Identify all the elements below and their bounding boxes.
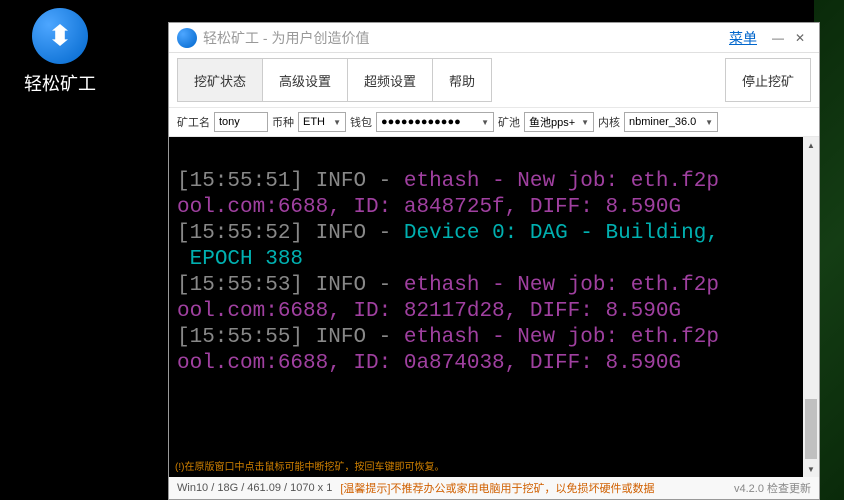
coin-select-value: ETH — [303, 116, 325, 128]
scrollbar-track[interactable] — [803, 153, 819, 461]
close-button[interactable]: ✕ — [789, 29, 811, 47]
chevron-down-icon: ▼ — [481, 118, 489, 127]
app-icon — [32, 8, 88, 64]
scrollbar-thumb[interactable] — [805, 399, 817, 459]
chevron-down-icon: ▼ — [705, 118, 713, 127]
scrollbar[interactable]: ▲ ▼ — [803, 137, 819, 477]
tab-overclock-settings[interactable]: 超频设置 — [347, 58, 433, 102]
coin-select[interactable]: ETH ▼ — [298, 112, 346, 132]
tab-help[interactable]: 帮助 — [432, 58, 492, 102]
kernel-select-value: nbminer_36.0 — [629, 116, 696, 128]
console-warning: (!)在原版窗口中点击鼠标可能中断挖矿，按回车键即可恢复。 — [175, 463, 444, 473]
chevron-down-icon: ▼ — [581, 118, 589, 127]
coin-label: 币种 — [272, 114, 294, 130]
miner-name-label: 矿工名 — [177, 114, 210, 130]
toolbar: 挖矿状态 高级设置 超频设置 帮助 停止挖矿 — [169, 53, 819, 107]
wallet-select-value: ●●●●●●●●●●●● — [381, 116, 461, 128]
scroll-down-icon[interactable]: ▼ — [803, 461, 819, 477]
menu-link[interactable]: 菜单 — [729, 28, 757, 48]
kernel-label: 内核 — [598, 114, 620, 130]
titlebar-logo-icon — [177, 28, 197, 48]
wallet-select[interactable]: ●●●●●●●●●●●● ▼ — [376, 112, 494, 132]
miner-name-input[interactable] — [214, 112, 268, 132]
chevron-down-icon: ▼ — [333, 118, 341, 127]
desktop-shortcut[interactable]: 轻松矿工 — [0, 0, 120, 105]
minimize-button[interactable]: — — [767, 29, 789, 47]
pool-select-value: 鱼池pps+ — [529, 114, 575, 130]
scroll-up-icon[interactable]: ▲ — [803, 137, 819, 153]
console-text: .[15:55:51] INFO - ethash - New job: eth… — [169, 137, 803, 477]
console-output: .[15:55:51] INFO - ethash - New job: eth… — [169, 137, 819, 477]
wallet-label: 钱包 — [350, 114, 372, 130]
pool-label: 矿池 — [498, 114, 520, 130]
titlebar: 轻松矿工 - 为用户创造价值 菜单 — ✕ — [169, 23, 819, 53]
titlebar-title: 轻松矿工 - 为用户创造价值 — [203, 28, 729, 48]
config-row: 矿工名 币种 ETH▼ 钱包 ●●●●●●●●●●●●▼ 矿池 鱼池pps+▼ … — [169, 107, 819, 137]
app-window: 轻松矿工 - 为用户创造价值 菜单 — ✕ 挖矿状态 高级设置 超频设置 帮助 … — [168, 22, 820, 500]
status-version[interactable]: v4.2.0 检查更新 — [734, 480, 811, 496]
desktop-shortcut-label: 轻松矿工 — [0, 70, 120, 96]
tab-mining-status[interactable]: 挖矿状态 — [177, 58, 263, 102]
status-warning: [温馨提示]不推荐办公或家用电脑用于挖矿，以免损坏硬件或数据 — [340, 480, 654, 496]
pool-select[interactable]: 鱼池pps+ ▼ — [524, 112, 594, 132]
status-bar: Win10 / 18G / 461.09 / 1070 x 1 [温馨提示]不推… — [169, 477, 819, 499]
kernel-select[interactable]: nbminer_36.0 ▼ — [624, 112, 718, 132]
status-system-info: Win10 / 18G / 461.09 / 1070 x 1 — [177, 482, 332, 494]
stop-mining-button[interactable]: 停止挖矿 — [725, 58, 811, 102]
tab-advanced-settings[interactable]: 高级设置 — [262, 58, 348, 102]
